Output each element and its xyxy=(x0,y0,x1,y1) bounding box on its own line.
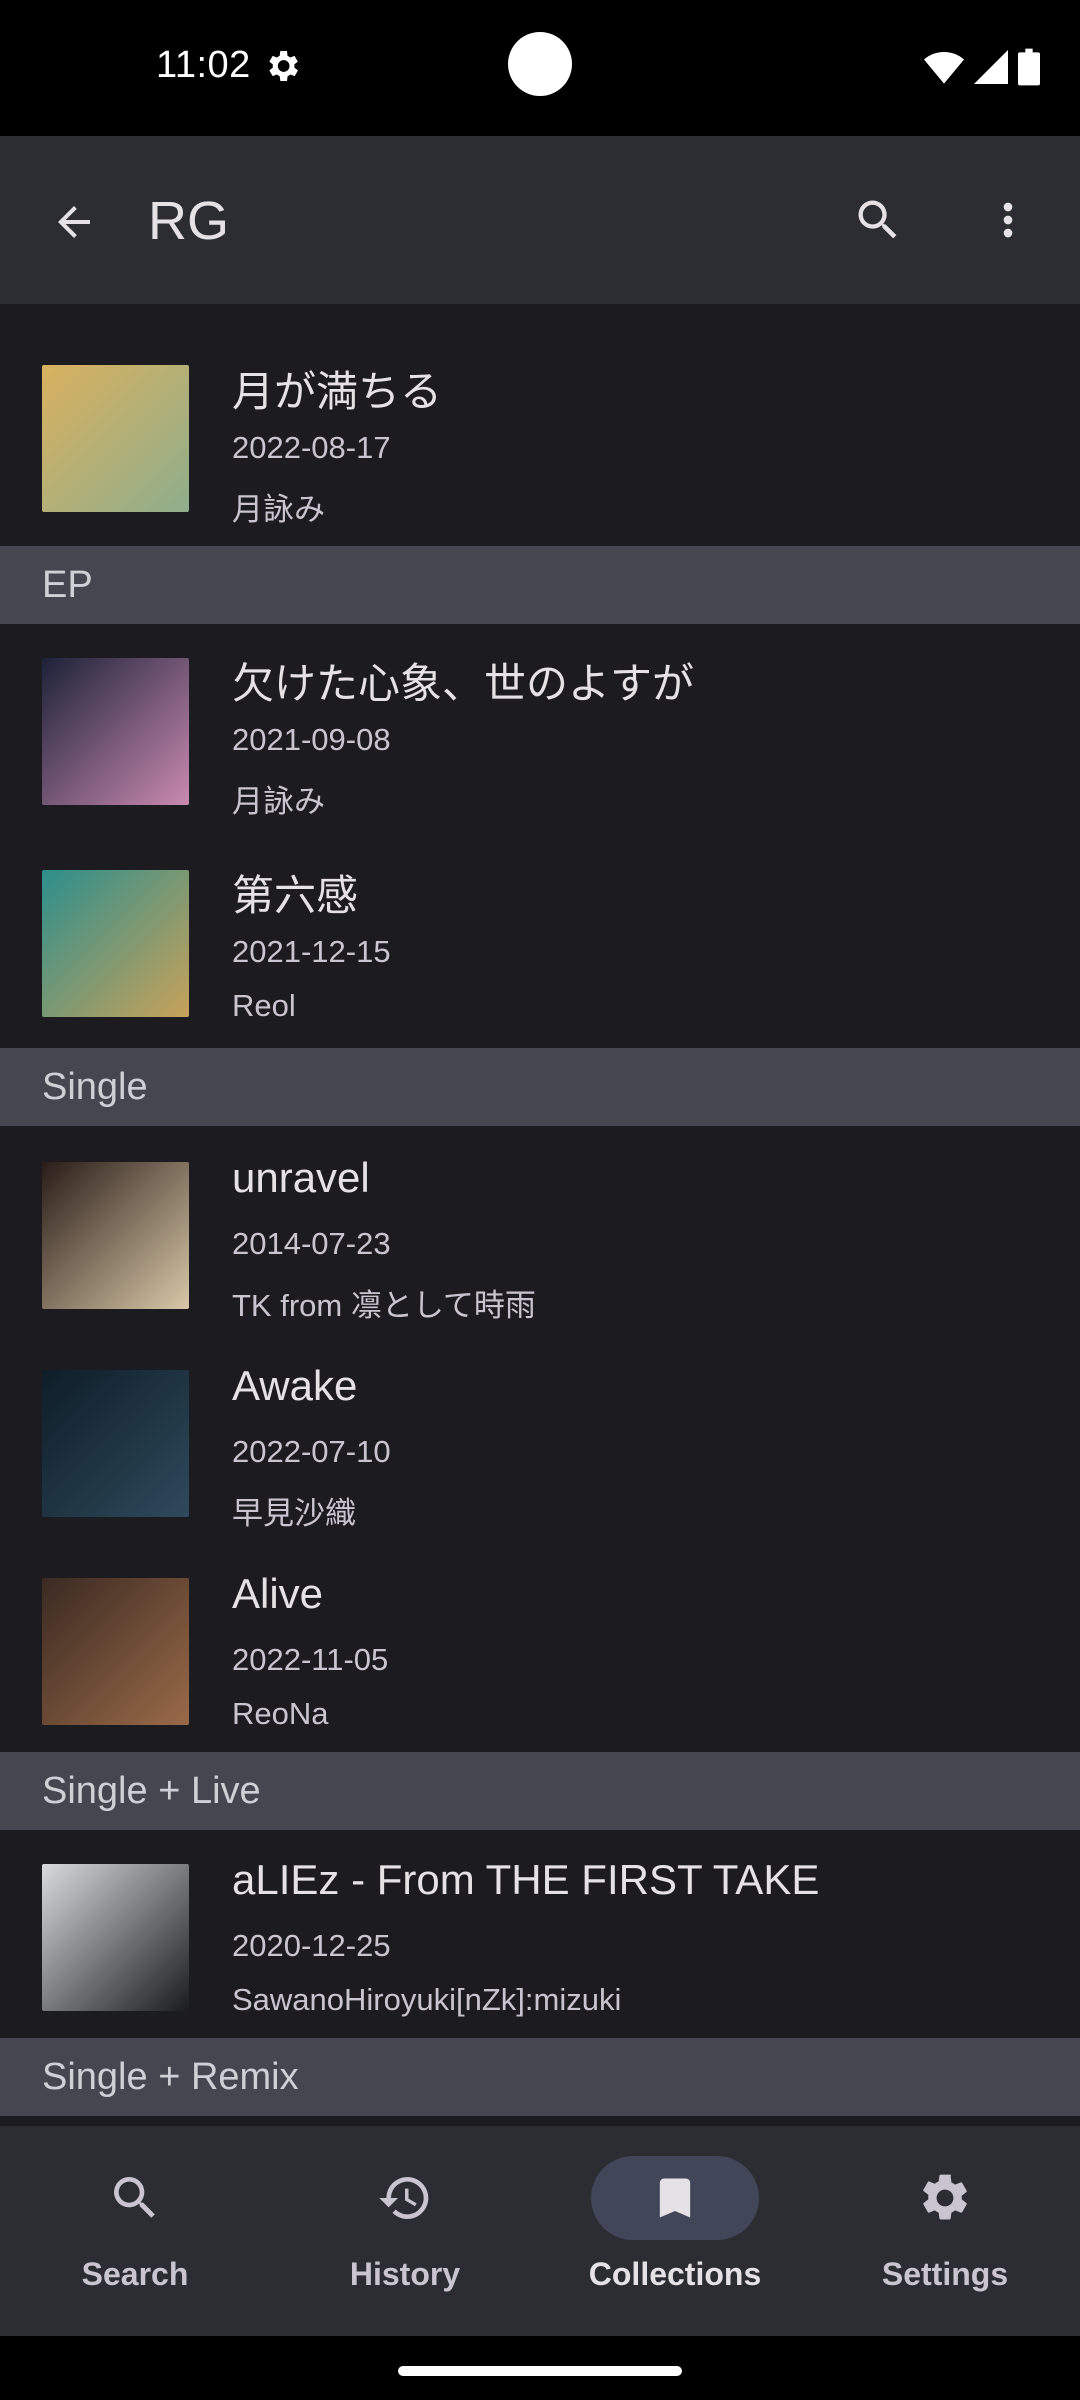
bookmark-icon xyxy=(659,2178,691,2218)
item-artist: 月詠み xyxy=(232,492,325,527)
album-art xyxy=(42,658,189,805)
item-title: unravel xyxy=(232,1154,370,1201)
back-button[interactable] xyxy=(42,190,106,254)
nav-indicator xyxy=(51,2156,219,2240)
nav-label: Search xyxy=(81,2256,189,2292)
album-art xyxy=(42,1370,189,1517)
item-artist: TK from 凛として時雨 xyxy=(232,1288,536,1323)
item-date: 2021-09-08 xyxy=(232,722,391,757)
nav-label: History xyxy=(349,2256,461,2292)
item-title: aLIEz - From THE FIRST TAKE xyxy=(232,1856,820,1903)
list-item[interactable]: aLIEz - From THE FIRST TAKE 2020-12-25 S… xyxy=(0,1830,1080,2040)
section-label: Single + Remix xyxy=(42,2056,299,2098)
item-title: Awake xyxy=(232,1362,358,1409)
arrow-back-icon xyxy=(58,206,90,238)
nav-label: Settings xyxy=(881,2256,1009,2292)
settings-status-icon xyxy=(269,51,298,81)
section-label: EP xyxy=(42,564,93,606)
list-item[interactable]: 第六感 2021-12-15 Reol xyxy=(0,834,1080,1044)
section-header: EP xyxy=(0,546,1080,624)
section-header: Single + Live xyxy=(0,1752,1080,1830)
item-artist: Reol xyxy=(232,988,296,1023)
signal-icon xyxy=(974,50,1008,84)
list-item[interactable]: unravel 2014-07-23 TK from 凛として時雨 xyxy=(0,1126,1080,1336)
item-date: 2021-12-15 xyxy=(232,934,391,969)
list-item[interactable]: 欠けた心象、世のよすが 2021-09-08 月詠み xyxy=(0,624,1080,834)
item-title: 月が満ちる xyxy=(232,368,443,415)
more-vert-icon xyxy=(1003,202,1013,238)
search-icon xyxy=(114,2177,155,2218)
camera-cutout xyxy=(508,32,572,96)
settings-gear-icon xyxy=(923,2174,967,2220)
battery-icon xyxy=(1018,48,1040,86)
list-item[interactable]: 月が満ちる 2022-08-17 月詠み xyxy=(0,304,1080,527)
more-options-button[interactable] xyxy=(976,188,1040,252)
item-date: 2022-08-17 xyxy=(232,430,391,465)
search-button[interactable] xyxy=(846,188,910,252)
item-artist: ReoNa xyxy=(232,1696,329,1731)
item-title: 第六感 xyxy=(232,872,359,919)
item-artist: SawanoHiroyuki[nZk]:mizuki xyxy=(232,1982,622,2017)
section-label: Single xyxy=(42,1066,148,1108)
status-icons xyxy=(924,48,1040,86)
item-date: 2014-07-23 xyxy=(232,1226,391,1261)
top-app-bar: RG xyxy=(0,136,1080,304)
history-icon xyxy=(379,2177,429,2219)
item-artist: 月詠み xyxy=(232,784,325,819)
section-header: Single xyxy=(0,1048,1080,1126)
bottom-navigation: Search History Collections Settings xyxy=(0,2126,1080,2336)
wifi-icon xyxy=(924,52,964,84)
nav-item-search[interactable]: Search xyxy=(0,2156,270,2316)
album-art xyxy=(42,870,189,1017)
item-date: 2020-12-25 xyxy=(232,1928,391,1963)
status-bar: 11:02 xyxy=(0,0,1080,136)
album-art xyxy=(42,1864,189,2011)
item-title: 欠けた心象、世のよすが xyxy=(232,660,695,707)
item-date: 2022-07-10 xyxy=(232,1434,391,1469)
album-art xyxy=(42,1578,189,1725)
section-header: Single + Remix xyxy=(0,2038,1080,2116)
nav-item-settings[interactable]: Settings xyxy=(810,2156,1080,2316)
list-item[interactable]: Alive 2022-11-05 ReoNa xyxy=(0,1544,1080,1754)
item-date: 2022-11-05 xyxy=(232,1642,389,1677)
nav-item-collections[interactable]: Collections xyxy=(540,2156,810,2316)
page-title: RG xyxy=(148,191,229,251)
status-time: 11:02 xyxy=(156,44,251,86)
nav-label: Collections xyxy=(588,2256,762,2292)
item-title: Alive xyxy=(232,1570,324,1617)
list-item[interactable]: Awake 2022-07-10 早見沙織 xyxy=(0,1336,1080,1546)
album-art xyxy=(42,1162,189,1309)
item-artist: 早見沙織 xyxy=(232,1496,356,1531)
nav-indicator xyxy=(861,2156,1029,2240)
nav-indicator xyxy=(321,2156,489,2240)
section-label: Single + Live xyxy=(42,1770,261,1812)
collection-list[interactable]: 月が満ちる 2022-08-17 月詠み EP 欠けた心象、世のよすが 2021… xyxy=(0,304,1080,2126)
search-icon xyxy=(858,200,897,239)
home-gesture-handle[interactable] xyxy=(398,2366,682,2376)
gesture-navigation-bar xyxy=(0,2336,1080,2400)
nav-indicator-active xyxy=(591,2156,759,2240)
nav-item-history[interactable]: History xyxy=(270,2156,540,2316)
album-art xyxy=(42,365,189,512)
